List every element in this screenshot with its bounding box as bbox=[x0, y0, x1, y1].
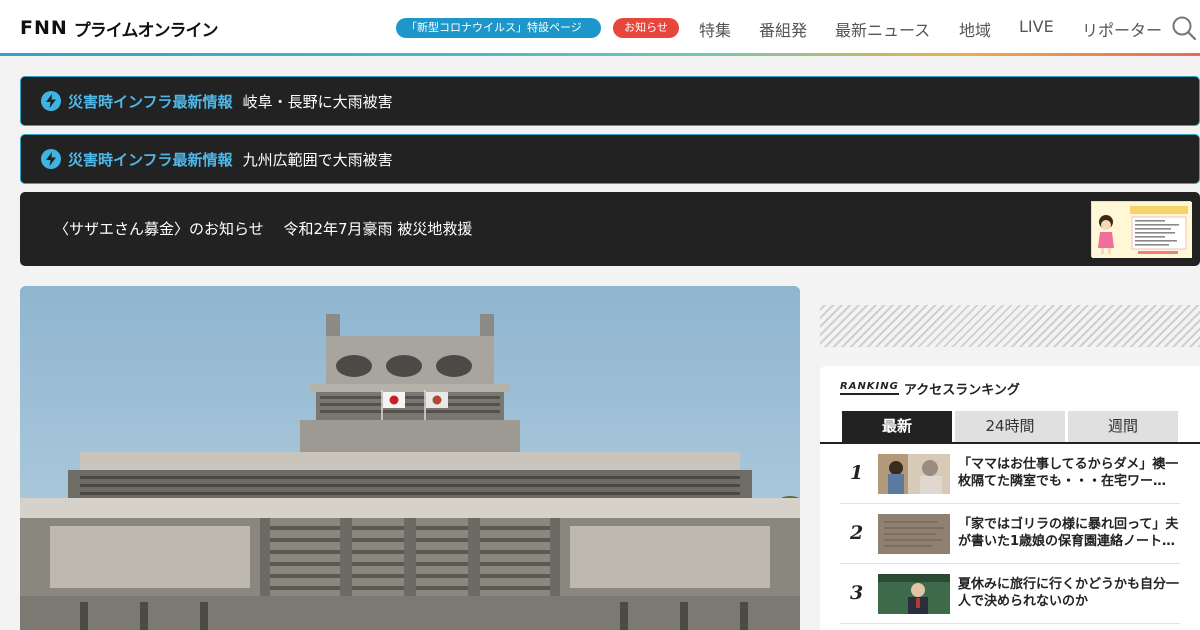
disaster-alert-banner[interactable]: 災害時インフラ最新情報 岐阜・長野に大雨被害 bbox=[20, 76, 1200, 126]
disaster-alert-banner[interactable]: 災害時インフラ最新情報 九州広範囲で大雨被害 bbox=[20, 134, 1200, 184]
ranking-item[interactable]: 3 夏休みに旅行に行くかどうかも自分一人で決められないのか bbox=[840, 564, 1180, 624]
site-logo[interactable]: FNN プライムオンライン bbox=[20, 17, 219, 41]
ranking-heading: RANKING アクセスランキング bbox=[840, 379, 1020, 398]
alert-text: 九州広範囲で大雨被害 bbox=[242, 150, 393, 169]
tab-weekly[interactable]: 週間 bbox=[1068, 411, 1178, 442]
alert-label: 災害時インフラ最新情報 bbox=[68, 92, 233, 111]
alert-label: 災害時インフラ最新情報 bbox=[68, 150, 233, 169]
alert-text: 岐阜・長野に大雨被害 bbox=[242, 92, 393, 111]
ranking-thumbnail bbox=[878, 574, 950, 614]
rank-number: 2 bbox=[850, 522, 864, 544]
tab-latest[interactable]: 最新 bbox=[842, 411, 952, 442]
rank-number: 1 bbox=[850, 462, 864, 484]
logo-fnn: FNN bbox=[20, 17, 68, 39]
nav-reporters[interactable]: リポーター bbox=[1082, 17, 1162, 41]
access-ranking-panel: RANKING アクセスランキング 最新 24時間 週間 1 「ママはお仕事して… bbox=[820, 366, 1200, 630]
tab-24-hours[interactable]: 24時間 bbox=[955, 411, 1065, 442]
sazae-fundraiser-banner[interactable]: 〈サザエさん募金〉のお知らせ 令和2年7月豪雨 被災地救援 bbox=[20, 192, 1200, 266]
nav-latest-news[interactable]: 最新ニュース bbox=[835, 17, 930, 41]
header-color-stripe bbox=[0, 53, 1200, 56]
notice-link[interactable]: お知らせ bbox=[613, 18, 679, 38]
hero-image[interactable] bbox=[20, 286, 800, 630]
sazae-banner-image bbox=[1091, 201, 1192, 258]
ranking-thumbnail bbox=[878, 514, 950, 554]
ranking-item[interactable]: 1 「ママはお仕事してるからダメ」襖一枚隔てた隣室でも・・・在宅ワー… bbox=[840, 444, 1180, 504]
site-header: FNN プライムオンライン 「新型コロナウイルス」特設ページ お知らせ 特集 番… bbox=[0, 0, 1200, 56]
nav-live[interactable]: LIVE bbox=[1019, 17, 1054, 36]
nav-features[interactable]: 特集 bbox=[699, 17, 731, 41]
lightning-icon bbox=[41, 149, 61, 169]
search-icon[interactable] bbox=[1171, 15, 1197, 41]
ad-placeholder bbox=[820, 305, 1200, 347]
ranking-item[interactable]: 2 「家ではゴリラの様に暴れ回って」夫が書いた1歳娘の保育園連絡ノート… bbox=[840, 504, 1180, 564]
rank-number: 3 bbox=[850, 582, 864, 604]
ranking-label-en: RANKING bbox=[840, 382, 899, 395]
ranking-thumbnail bbox=[878, 454, 950, 494]
ranking-title: 「家ではゴリラの様に暴れ回って」夫が書いた1歳娘の保育園連絡ノート… bbox=[958, 517, 1179, 549]
ranking-title: 「ママはお仕事してるからダメ」襖一枚隔てた隣室でも・・・在宅ワー… bbox=[958, 457, 1179, 489]
nav-programs[interactable]: 番組発 bbox=[759, 17, 807, 41]
ranking-title: 夏休みに旅行に行くかどうかも自分一人で決められないのか bbox=[958, 577, 1180, 609]
corona-special-link[interactable]: 「新型コロナウイルス」特設ページ bbox=[396, 18, 601, 38]
sazae-banner-text: 〈サザエさん募金〉のお知らせ 令和2年7月豪雨 被災地救援 bbox=[54, 220, 473, 238]
ranking-label-ja: アクセスランキング bbox=[903, 383, 1020, 398]
logo-prime-online: プライムオンライン bbox=[73, 20, 219, 41]
lightning-icon bbox=[41, 91, 61, 111]
nav-region[interactable]: 地域 bbox=[959, 17, 991, 41]
